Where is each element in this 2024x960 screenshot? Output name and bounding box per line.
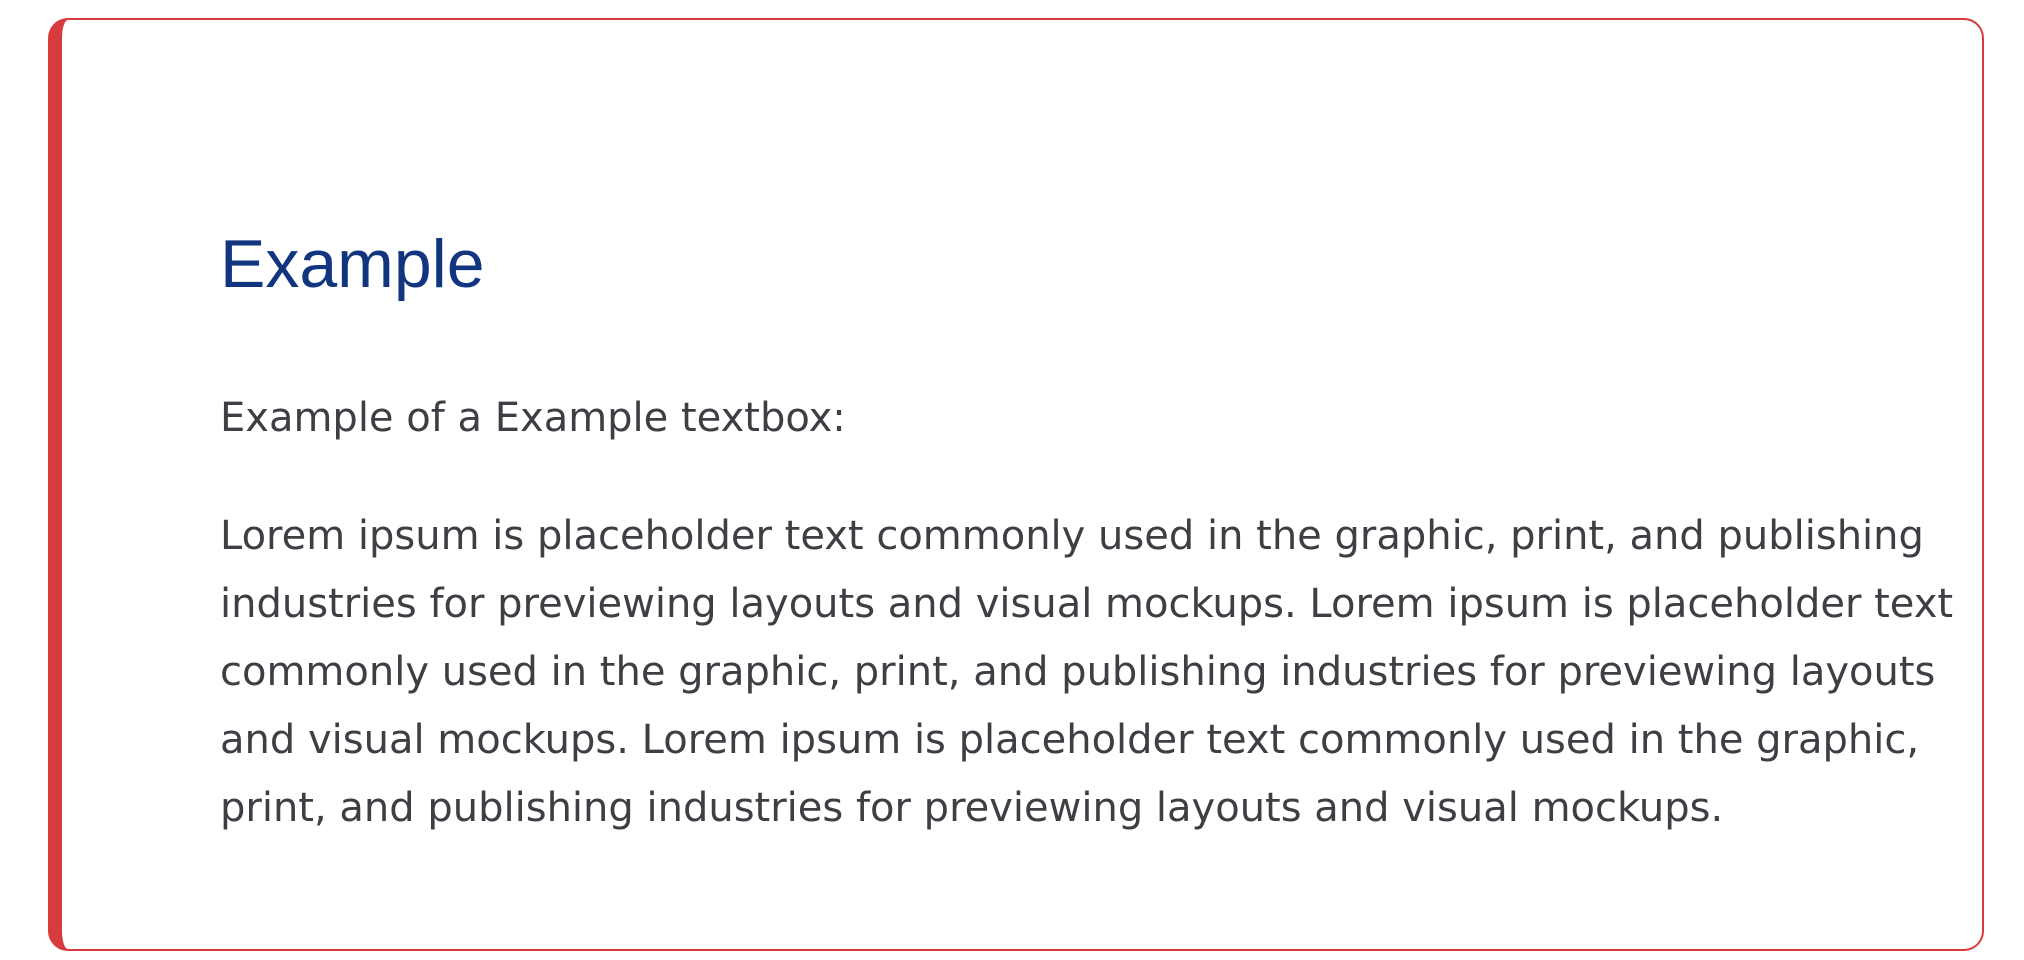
callout-title: Example [220,226,485,302]
example-callout-box: Example Example of a Example textbox: Lo… [48,18,1984,951]
callout-intro-text: Example of a Example textbox: [220,395,846,441]
callout-body-text: Lorem ipsum is placeholder text commonly… [220,513,1954,831]
